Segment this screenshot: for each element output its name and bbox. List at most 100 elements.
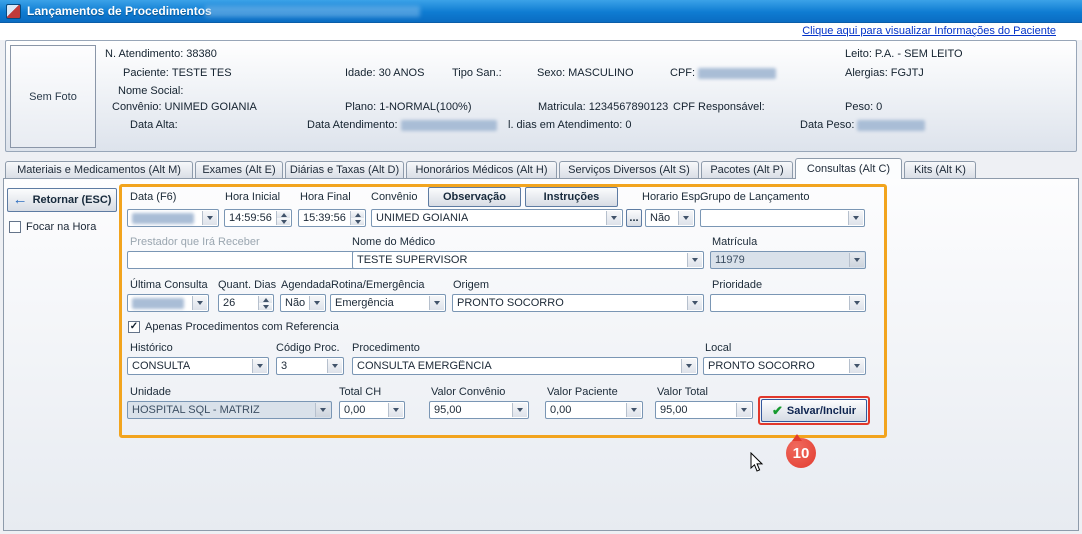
origem-select[interactable]: PRONTO SOCORRO — [452, 294, 704, 312]
chevron-down-icon[interactable] — [327, 359, 342, 373]
local-select[interactable]: PRONTO SOCORRO — [703, 357, 866, 375]
chevron-down-icon[interactable] — [626, 403, 641, 417]
green-check-icon: ✔ — [772, 403, 783, 419]
convenio-ellipsis-button[interactable]: ... — [626, 209, 642, 227]
tipo-san-field: Tipo San.: — [452, 67, 505, 79]
retornar-button[interactable]: ← Retornar (ESC) — [7, 188, 117, 212]
tab-label: Consultas (Alt C) — [807, 163, 890, 175]
chevron-down-icon[interactable] — [849, 296, 864, 310]
focar-na-hora-label: Focar na Hora — [26, 221, 96, 233]
chevron-down-icon[interactable] — [202, 211, 217, 225]
matricula-info-label: Matricula: — [538, 101, 586, 113]
historico-select[interactable]: CONSULTA — [127, 357, 269, 375]
observacao-label: Observação — [443, 191, 506, 203]
spinner-buttons-icon[interactable] — [350, 211, 364, 225]
plano-field: Plano: 1-NORMAL(100%) — [345, 101, 472, 113]
tab-honorarios-medicos[interactable]: Honorários Médicos (Alt H) — [406, 161, 557, 178]
apenas-referencia-label: Apenas Procedimentos com Referencia — [145, 321, 339, 333]
valor-convenio-value: 95,00 — [434, 404, 462, 416]
chevron-down-icon[interactable] — [388, 403, 403, 417]
data-atendimento-field: Data Atendimento: — [307, 119, 497, 131]
chevron-down-icon[interactable] — [429, 296, 444, 310]
observacao-button[interactable]: Observação — [428, 187, 521, 207]
apenas-referencia-checkbox[interactable]: ✓ Apenas Procedimentos com Referencia — [128, 321, 339, 333]
matricula-value: 11979 — [715, 254, 745, 266]
chevron-down-icon[interactable] — [606, 211, 621, 225]
tab-exames[interactable]: Exames (Alt E) — [195, 161, 283, 178]
instrucoes-label: Instruções — [544, 191, 600, 203]
codigo-proc-select[interactable]: 3 — [276, 357, 344, 375]
dias-atendimento-field: l. dias em Atendimento: 0 — [508, 119, 631, 131]
tab-pacotes[interactable]: Pacotes (Alt P) — [701, 161, 793, 178]
spinner-buttons-icon[interactable] — [258, 296, 272, 310]
tab-servicos-diversos[interactable]: Serviços Diversos (Alt S) — [559, 161, 699, 178]
valor-paciente-select[interactable]: 0,00 — [545, 401, 643, 419]
tab-diarias-e-taxas[interactable]: Diárias e Taxas (Alt D) — [285, 161, 404, 178]
chevron-down-icon[interactable] — [192, 296, 207, 310]
chevron-down-icon[interactable] — [309, 296, 324, 310]
agendada-label: Agendada — [281, 279, 331, 291]
cpf-responsavel-field: CPF Responsável: — [673, 101, 768, 113]
hora-final-spinner[interactable]: 15:39:56 — [298, 209, 366, 227]
spinner-buttons-icon[interactable] — [276, 211, 290, 225]
tab-label: Kits (Alt K) — [914, 164, 966, 176]
tab-materiais-e-medicamentos[interactable]: Materiais e Medicamentos (Alt M) — [5, 161, 193, 178]
chevron-down-icon[interactable] — [848, 211, 863, 225]
rotina-emergencia-label: Rotina/Emergência — [331, 279, 425, 291]
nome-medico-select[interactable]: TESTE SUPERVISOR — [352, 251, 704, 269]
chevron-down-icon[interactable] — [678, 211, 693, 225]
tab-consultas[interactable]: Consultas (Alt C) — [795, 158, 902, 179]
titlebar-redacted-text — [205, 6, 420, 17]
dias-atendimento-value: 0 — [625, 119, 631, 131]
valor-total-label: Valor Total — [657, 386, 708, 398]
total-ch-select[interactable]: 0,00 — [339, 401, 405, 419]
chevron-down-icon[interactable] — [681, 359, 696, 373]
title-bar[interactable]: Lançamentos de Procedimentos — [0, 0, 1082, 23]
chevron-down-icon[interactable] — [687, 253, 702, 267]
quant-dias-spinner[interactable]: 26 — [218, 294, 274, 312]
procedimento-select[interactable]: CONSULTA EMERGÊNCIA — [352, 357, 698, 375]
app-icon — [6, 4, 21, 19]
grupo-lancamento-select[interactable] — [700, 209, 865, 227]
data-f6-redacted-value — [132, 213, 194, 224]
prestador-select[interactable] — [127, 251, 369, 269]
data-atendimento-label: Data Atendimento: — [307, 119, 398, 131]
chevron-down-icon[interactable] — [736, 403, 751, 417]
tab-label: Pacotes (Alt P) — [710, 164, 783, 176]
chevron-down-icon[interactable] — [849, 359, 864, 373]
prioridade-select[interactable] — [710, 294, 866, 312]
focar-na-hora-checkbox[interactable]: Focar na Hora — [9, 221, 96, 233]
instrucoes-button[interactable]: Instruções — [525, 187, 618, 207]
quant-dias-label: Quant. Dias — [218, 279, 276, 291]
valor-convenio-select[interactable]: 95,00 — [429, 401, 529, 419]
alergias-value: FGJTJ — [891, 67, 924, 79]
chevron-down-icon — [849, 253, 864, 267]
valor-total-select[interactable]: 95,00 — [655, 401, 753, 419]
salvar-incluir-button[interactable]: ✔ Salvar/Incluir — [761, 399, 867, 422]
local-value: PRONTO SOCORRO — [708, 360, 815, 372]
hora-inicial-spinner[interactable]: 14:59:56 — [224, 209, 292, 227]
agendada-select[interactable]: Não — [280, 294, 326, 312]
chevron-down-icon[interactable] — [252, 359, 267, 373]
hora-final-value: 15:39:56 — [303, 212, 346, 224]
peso-field: Peso: 0 — [845, 101, 882, 113]
paciente-value: TESTE TES — [172, 67, 232, 79]
nome-social-label: Nome Social: — [118, 85, 183, 97]
horario-esp-select[interactable]: Não — [645, 209, 695, 227]
origem-label: Origem — [453, 279, 489, 291]
chevron-down-icon[interactable] — [687, 296, 702, 310]
agendada-value: Não — [285, 297, 305, 309]
step-badge-number: 10 — [793, 445, 810, 462]
alergias-field: Alergias: FGJTJ — [845, 67, 924, 79]
unidade-label: Unidade — [130, 386, 171, 398]
data-f6-select[interactable] — [127, 209, 219, 227]
ultima-consulta-select[interactable] — [127, 294, 209, 312]
rotina-emergencia-select[interactable]: Emergência — [330, 294, 446, 312]
patient-info-link[interactable]: Clique aqui para visualizar Informações … — [802, 25, 1056, 37]
convenio-info-field: Convênio: UNIMED GOIANIA — [112, 101, 257, 113]
mouse-cursor — [750, 452, 764, 473]
convenio-select[interactable]: UNIMED GOIANIA — [371, 209, 623, 227]
chevron-down-icon[interactable] — [512, 403, 527, 417]
paciente-field: Paciente: TESTE TES — [123, 67, 232, 79]
tab-kits[interactable]: Kits (Alt K) — [904, 161, 976, 178]
